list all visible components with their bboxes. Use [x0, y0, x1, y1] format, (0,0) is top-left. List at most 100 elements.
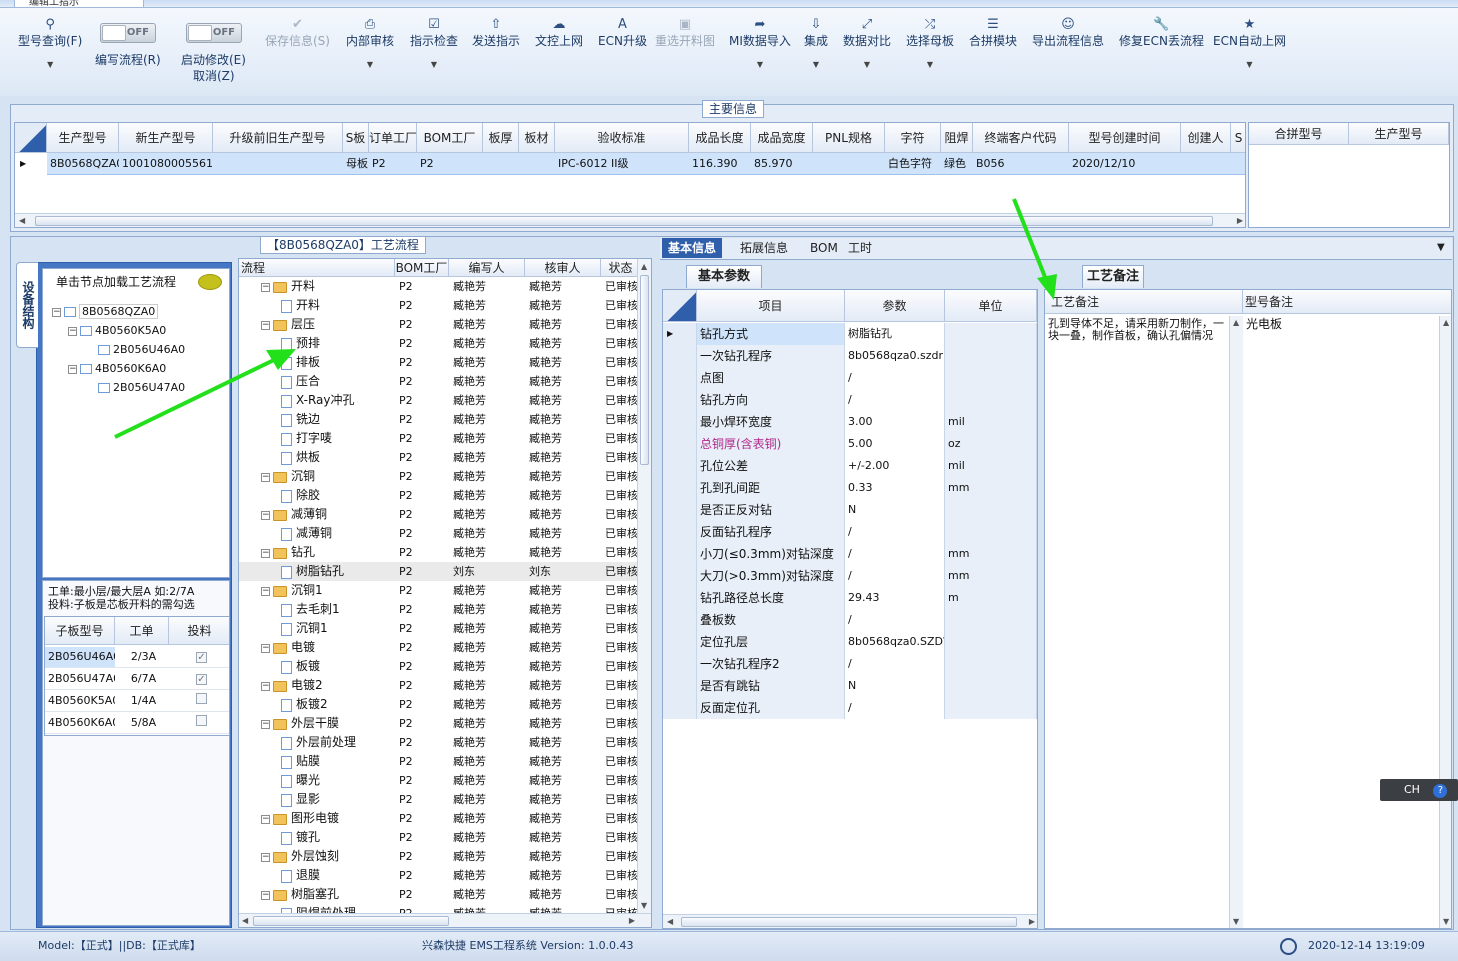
main-col-header[interactable]: 成品长度	[689, 123, 751, 153]
flow-step-folder[interactable]: − 树脂塞孔	[261, 885, 391, 904]
collapse-icon[interactable]: −	[68, 326, 77, 336]
tree-node[interactable]: 2B056U46A0	[84, 340, 185, 359]
scroll-left-arrow[interactable]: ◀	[667, 917, 673, 926]
main-col-header[interactable]: 新生产型号	[119, 123, 213, 153]
collapse-icon[interactable]: −	[261, 282, 270, 292]
merge-col-header[interactable]: 合拼型号	[1249, 123, 1349, 145]
flow-step-doc[interactable]: 曝光	[281, 771, 411, 790]
scroll-thumb[interactable]	[253, 916, 449, 926]
param-value[interactable]: /	[845, 609, 945, 631]
flow-step-folder[interactable]: − 开料	[261, 277, 391, 296]
flow-step-folder[interactable]: − 图形电镀	[261, 809, 391, 828]
collapse-icon[interactable]: −	[52, 307, 61, 317]
collapse-icon[interactable]: −	[261, 890, 270, 900]
sub-model-cell[interactable]: 2B056U46A0	[45, 647, 115, 668]
flow-step-doc[interactable]: 贴膜	[281, 752, 411, 771]
tab-menu-arrow[interactable]: ▼	[1437, 242, 1445, 253]
collapse-icon[interactable]: −	[261, 852, 270, 862]
flow-step-folder[interactable]: − 外层干膜	[261, 714, 391, 733]
help-icon[interactable]: ?	[1433, 784, 1448, 798]
main-cell[interactable]: P2	[417, 154, 483, 174]
collapse-icon[interactable]: −	[261, 681, 270, 691]
flow-step-doc[interactable]: 树脂钻孔	[281, 562, 411, 581]
flow-step-doc[interactable]: 镀孔	[281, 828, 411, 847]
param-value[interactable]: /	[845, 653, 945, 675]
param-row[interactable]: ▶ 钻孔方式 树脂钻孔	[663, 323, 1037, 345]
main-cell[interactable]: 白色字符	[885, 154, 941, 174]
detail-tab[interactable]: 工时	[842, 238, 878, 258]
toolbar-btn-18[interactable]: ★ ECN自动上网 ▼	[1213, 16, 1286, 69]
node-checkbox[interactable]	[80, 364, 92, 374]
main-col-header[interactable]: 型号创建时间	[1069, 123, 1181, 153]
param-row[interactable]: 钻孔路径总长度 29.43 m	[663, 587, 1037, 609]
param-value[interactable]: 29.43	[845, 587, 945, 609]
main-col-header[interactable]: 字符	[885, 123, 941, 153]
scroll-right-arrow[interactable]: ▶	[1237, 216, 1243, 225]
sub-col-header[interactable]: 投料	[169, 617, 229, 645]
chevron-down-icon[interactable]: ▼	[1213, 60, 1286, 69]
vertical-tab-device-structure[interactable]: 设备结构	[16, 262, 38, 348]
flow-step-folder[interactable]: − 沉铜1	[261, 581, 391, 600]
main-col-header[interactable]: BOM工厂	[417, 123, 483, 153]
param-row[interactable]: 孔位公差 +/-2.00 mil	[663, 455, 1037, 477]
chevron-down-icon[interactable]: ▼	[906, 60, 954, 69]
flow-step-doc[interactable]: X-Ray冲孔	[281, 391, 411, 410]
flow-step-doc[interactable]: 板镀2	[281, 695, 411, 714]
sub-model-cell[interactable]: 4B0560K6A0	[45, 713, 115, 734]
param-row[interactable]: 点图 /	[663, 367, 1037, 389]
scroll-thumb[interactable]	[640, 275, 649, 465]
main-cell[interactable]: B056	[973, 154, 1069, 174]
param-row[interactable]: 钻孔方向 /	[663, 389, 1037, 411]
merge-col-header[interactable]: 生产型号	[1349, 123, 1449, 145]
flow-hscroll[interactable]: ◀ ▶	[239, 913, 651, 927]
toolbar-btn-4[interactable]: ✔ 保存信息(S)	[265, 16, 330, 48]
toolbar-btn-7[interactable]: ⇧ 发送指示	[472, 16, 520, 48]
toolbar-btn-cancel[interactable]: 取消(Z)	[193, 67, 235, 84]
chevron-down-icon[interactable]: ▼	[410, 60, 458, 69]
tree-node[interactable]: − 8B0568QZA0	[52, 302, 159, 321]
scroll-down-arrow[interactable]: ▼	[641, 901, 647, 910]
main-col-header[interactable]: 生产型号	[47, 123, 119, 153]
scroll-left-arrow[interactable]: ◀	[242, 916, 248, 925]
collapse-icon[interactable]: −	[261, 510, 270, 520]
toolbar-btn-8[interactable]: ☁ 文控上网	[535, 16, 583, 48]
process-remark-text[interactable]: 孔到导体不足，请采用新刀制作，一块一叠，制作首板，确认孔偏情况	[1048, 318, 1230, 342]
main-grid-hscroll[interactable]: ◀ ▶	[15, 213, 1245, 227]
main-col-header[interactable]: 验收标准	[555, 123, 689, 153]
param-value[interactable]: 3.00	[845, 411, 945, 433]
flow-step-folder[interactable]: − 减薄铜	[261, 505, 391, 524]
tab-process-remarks[interactable]: 工艺备注	[1082, 265, 1144, 288]
flow-col-header[interactable]: 状态	[601, 259, 641, 277]
flow-step-folder[interactable]: − 电镀	[261, 638, 391, 657]
sub-order-cell[interactable]: 2/3A	[115, 647, 169, 668]
sub-order-cell[interactable]: 5/8A	[115, 713, 169, 734]
param-row[interactable]: 是否正反对钻 N	[663, 499, 1037, 521]
flow-step-doc[interactable]: 烘板	[281, 448, 411, 467]
param-row[interactable]: 一次钻孔程序2/	[663, 653, 1037, 675]
param-row[interactable]: 反面钻孔程序 /	[663, 521, 1037, 543]
main-cell[interactable]: 2020/12/10	[1069, 154, 1181, 174]
main-cell[interactable]: 116.390	[689, 154, 751, 174]
param-col-header[interactable]: 项目	[697, 290, 845, 322]
chevron-down-icon[interactable]: ▼	[729, 60, 791, 69]
chevron-down-icon[interactable]: ▼	[843, 60, 891, 69]
flow-step-doc[interactable]: 去毛刺1	[281, 600, 411, 619]
collapse-icon[interactable]: −	[68, 364, 77, 374]
flow-vscroll[interactable]: ▲ ▼	[637, 259, 651, 913]
chevron-down-icon[interactable]: ▼	[804, 60, 828, 69]
node-checkbox[interactable]	[98, 383, 110, 393]
flow-step-folder[interactable]: − 沉铜	[261, 467, 391, 486]
param-value[interactable]: /	[845, 367, 945, 389]
chevron-down-icon[interactable]: ▼	[18, 60, 82, 69]
toolbar-btn-1[interactable]: 编写流程(R)	[95, 51, 161, 68]
main-col-header[interactable]: PNL规格	[813, 123, 885, 153]
scroll-right-arrow[interactable]: ▶	[629, 916, 635, 925]
param-col-header[interactable]: 单位	[945, 290, 1037, 322]
collapse-icon[interactable]: −	[261, 472, 270, 482]
detail-tab[interactable]: 基本信息	[662, 238, 723, 258]
param-row[interactable]: 孔到孔间距 0.33 mm	[663, 477, 1037, 499]
param-row[interactable]: 最小焊环宽度 3.00 mil	[663, 411, 1037, 433]
param-value[interactable]: 0.33	[845, 477, 945, 499]
param-row[interactable]: 大刀(>0.3mm)对钻深度 / mm	[663, 565, 1037, 587]
param-value[interactable]: 5.00	[845, 433, 945, 455]
